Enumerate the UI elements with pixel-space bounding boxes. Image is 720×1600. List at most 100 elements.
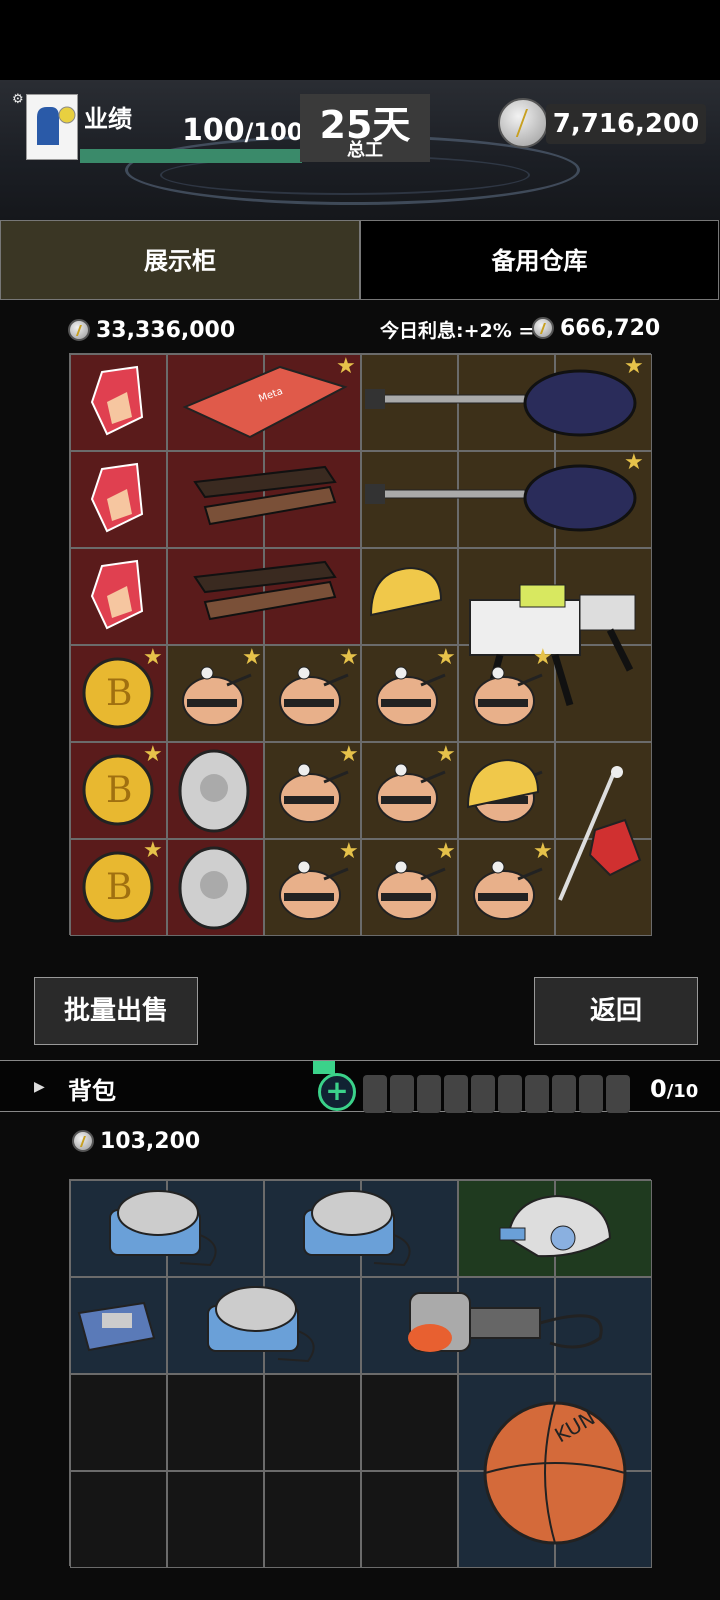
basketball-icon[interactable]: KUN — [480, 1398, 630, 1548]
star-icon: ★ — [143, 742, 163, 767]
backpack-cell[interactable] — [70, 1471, 167, 1568]
star-icon: ★ — [436, 645, 456, 670]
cheese-icon[interactable] — [366, 560, 446, 630]
silver-coin-icon[interactable] — [176, 845, 252, 931]
performance-value: 100/100 — [182, 113, 304, 148]
avatar-figure-icon — [37, 106, 76, 145]
day-counter: 25天 总工 — [300, 94, 430, 162]
add-slot-button[interactable]: + — [318, 1073, 356, 1111]
video-ad-icon — [313, 1061, 335, 1074]
cd-player-icon[interactable] — [198, 1281, 328, 1366]
chopstick-box-icon[interactable] — [185, 462, 345, 532]
showcase-value: 33,336,000 — [68, 318, 235, 343]
bald-head-icon[interactable] — [468, 663, 544, 729]
money-display: 7,716,200 — [546, 104, 706, 144]
backpack-count-current: 0 — [650, 1075, 667, 1103]
coin-icon — [498, 98, 548, 148]
status-bar-area — [0, 0, 720, 80]
bald-head-icon[interactable] — [274, 663, 350, 729]
bald-head-icon[interactable] — [468, 857, 544, 923]
back-button[interactable]: 返回 — [534, 977, 698, 1045]
backpack-cell[interactable] — [264, 1471, 361, 1568]
bald-head-icon[interactable] — [371, 760, 447, 826]
bulk-sell-button[interactable]: 批量出售 — [34, 977, 198, 1045]
star-icon: ★ — [143, 645, 163, 670]
day-label: 总工 — [347, 140, 383, 161]
cd-player-icon[interactable] — [100, 1185, 230, 1270]
backpack-slot — [390, 1075, 414, 1113]
backpack-slot — [471, 1075, 495, 1113]
backpack-cell[interactable] — [70, 1374, 167, 1471]
interest-value: 666,720 — [532, 316, 660, 341]
svg-text:B: B — [106, 770, 132, 811]
card-reader-icon[interactable] — [74, 1298, 160, 1354]
cheese-icon[interactable] — [463, 752, 543, 822]
star-icon: ★ — [339, 839, 359, 864]
avatar[interactable] — [26, 94, 78, 160]
star-icon: ★ — [624, 354, 644, 379]
backpack-count: 0/10 — [650, 1075, 698, 1103]
interest-label: 今日利息:+2% = — [380, 320, 535, 342]
svg-text:B: B — [106, 673, 132, 714]
electric-guitar-icon[interactable] — [365, 460, 645, 540]
backpack-label: 背包 — [68, 1077, 116, 1105]
bald-head-icon[interactable] — [371, 857, 447, 923]
backpack-cell[interactable] — [264, 1374, 361, 1471]
game-screen: ⚙ 业绩 100/100 25天 总工 7,716,200 展示柜 备用仓库 3… — [0, 0, 720, 1600]
backpack-value: 103,200 — [72, 1129, 200, 1154]
gear-icon[interactable]: ⚙ — [12, 92, 24, 107]
backpack-slot — [498, 1075, 522, 1113]
interest-value-text: 666,720 — [560, 316, 661, 341]
performance-current: 100 — [182, 113, 245, 148]
backpack-cell[interactable] — [361, 1471, 458, 1568]
star-icon: ★ — [533, 839, 553, 864]
coin-icon — [532, 317, 554, 339]
bald-head-icon[interactable] — [371, 663, 447, 729]
backpack-cell[interactable] — [167, 1374, 264, 1471]
performance-max: /100 — [244, 118, 304, 146]
backpack-slot — [363, 1075, 387, 1113]
star-icon: ★ — [624, 450, 644, 475]
backpack-slot — [579, 1075, 603, 1113]
ruby-crystal-icon[interactable] — [82, 362, 152, 442]
showcase-value-text: 33,336,000 — [96, 318, 236, 343]
expand-triangle-icon[interactable]: ▶ — [34, 1079, 45, 1095]
meta-id-card-icon[interactable]: Meta — [180, 362, 350, 442]
ruby-crystal-icon[interactable] — [82, 459, 152, 539]
star-icon: ★ — [143, 838, 163, 863]
backpack-capacity: /10 — [666, 1081, 699, 1102]
backpack-cell[interactable] — [361, 1374, 458, 1471]
backpack-value-text: 103,200 — [100, 1129, 201, 1154]
backpack-slot — [444, 1075, 468, 1113]
performance-bar-fill — [80, 149, 302, 163]
electric-guitar-icon[interactable] — [365, 365, 645, 445]
hammer-tool-icon[interactable] — [555, 760, 645, 910]
star-icon: ★ — [339, 645, 359, 670]
star-icon: ★ — [533, 645, 553, 670]
performance-bar — [80, 149, 302, 163]
backpack-slot — [606, 1075, 630, 1113]
vr-headset-icon[interactable] — [498, 1188, 618, 1268]
star-icon: ★ — [436, 742, 456, 767]
chopstick-box-icon[interactable] — [185, 557, 345, 627]
backpack-cell[interactable] — [167, 1471, 264, 1568]
ruby-crystal-icon[interactable] — [82, 556, 152, 636]
cd-player-icon[interactable] — [294, 1185, 424, 1270]
coin-icon — [68, 319, 90, 341]
performance-label: 业绩 — [84, 105, 132, 133]
tab-display-cabinet[interactable]: 展示柜 — [0, 220, 360, 300]
star-icon: ★ — [339, 742, 359, 767]
tab-storage[interactable]: 备用仓库 — [360, 220, 719, 300]
star-icon: ★ — [436, 839, 456, 864]
coin-icon — [72, 1130, 94, 1152]
hair-dryer-icon[interactable] — [400, 1283, 620, 1363]
bald-head-icon[interactable] — [274, 857, 350, 923]
backpack-slot — [525, 1075, 549, 1113]
silver-coin-icon[interactable] — [176, 748, 252, 834]
backpack-slot — [417, 1075, 441, 1113]
svg-text:B: B — [106, 867, 132, 908]
bald-head-icon[interactable] — [274, 760, 350, 826]
bald-head-icon[interactable] — [177, 663, 253, 729]
backpack-slot — [552, 1075, 576, 1113]
star-icon: ★ — [242, 645, 262, 670]
